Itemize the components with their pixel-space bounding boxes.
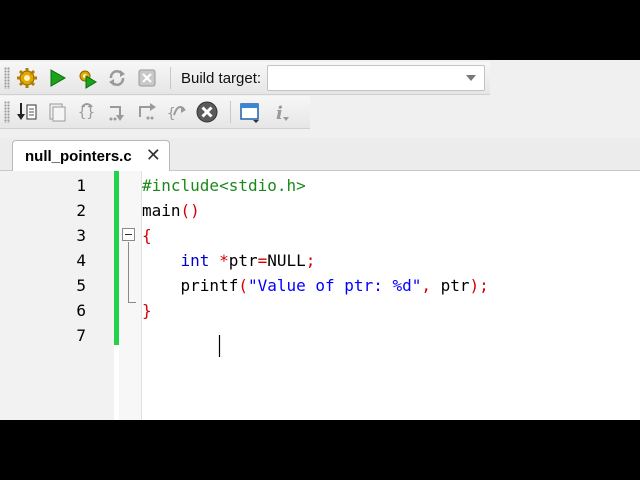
code-line[interactable]: 4 int *ptr=NULL; (0, 248, 640, 273)
line-number: 6 (76, 301, 86, 320)
line-number: 1 (76, 176, 86, 195)
debug-step-out-button[interactable] (134, 99, 160, 125)
close-icon[interactable]: ✕ (146, 147, 161, 165)
code-token: () (180, 201, 200, 220)
debug-run-to-cursor-icon (16, 101, 38, 123)
code-text: } (142, 298, 152, 323)
debug-info-button[interactable]: i (267, 99, 293, 125)
code-token: ( (238, 276, 248, 295)
line-number: 2 (76, 201, 86, 220)
abort-button[interactable] (134, 65, 160, 91)
tab-label: null_pointers.c (25, 147, 132, 165)
run-button[interactable] (44, 65, 70, 91)
tab-null-pointers-c[interactable]: null_pointers.c ✕ (12, 140, 170, 171)
ide-window: Build target: {} {i null_pointers.c ✕ 1… (0, 60, 640, 420)
compiler-toolbar: Build target: (0, 62, 490, 95)
code-token: #include<stdio.h> (142, 176, 306, 195)
debug-step-button[interactable] (44, 99, 70, 125)
chevron-down-icon (466, 75, 477, 81)
code-text: { (142, 223, 152, 248)
debug-windows-button[interactable] (237, 99, 263, 125)
toolbar-separator (170, 67, 171, 89)
code-text: main() (142, 198, 200, 223)
code-token: NULL (267, 251, 306, 270)
debug-next-instruction-icon: { (166, 101, 188, 123)
editor-tab-bar: null_pointers.c ✕ (0, 138, 640, 171)
code-line[interactable]: 3{ (0, 223, 640, 248)
debug-next-line-button[interactable]: {} (74, 99, 100, 125)
code-text: int *ptr=NULL; (142, 248, 316, 273)
line-number: 4 (76, 251, 86, 270)
code-token: ); (469, 276, 489, 295)
debug-step-out-icon (136, 101, 158, 123)
rebuild-icon (106, 67, 128, 89)
debug-step-into-icon (106, 101, 128, 123)
code-token: main (142, 201, 181, 220)
code-token: ptr (440, 276, 470, 295)
run-icon (46, 67, 68, 89)
debug-stop-button[interactable] (194, 99, 220, 125)
code-line[interactable]: 6} (0, 298, 640, 323)
toolbar-grip[interactable] (4, 67, 10, 89)
toolbar-separator (230, 101, 231, 123)
abort-icon (136, 67, 158, 89)
code-token: "Value of ptr: %d" (247, 276, 422, 295)
svg-text:{}: {} (78, 105, 95, 121)
debug-windows-icon (239, 101, 261, 123)
debug-step-into-button[interactable] (104, 99, 130, 125)
line-number: 7 (76, 326, 86, 345)
code-token: } (142, 301, 152, 320)
debug-next-line-icon: {} (76, 101, 98, 123)
debug-info-icon: i (269, 101, 291, 123)
code-line[interactable]: 1 #include<stdio.h> (0, 173, 640, 198)
code-token: printf (180, 276, 239, 295)
code-token: , (421, 276, 441, 295)
debugger-toolbar: {} {i (0, 96, 310, 129)
build-and-run-button[interactable] (74, 65, 100, 91)
text-cursor-icon (218, 335, 221, 357)
debug-next-instruction-button[interactable]: { (164, 99, 190, 125)
code-text: #include<stdio.h> (142, 173, 306, 198)
line-number: 5 (76, 276, 86, 295)
code-token: ptr (228, 251, 258, 270)
code-token: ; (305, 251, 316, 270)
code-token: int (180, 251, 210, 270)
build-target-select[interactable] (267, 65, 486, 91)
build-run-icon (76, 67, 98, 89)
debug-stop-icon (195, 100, 219, 124)
build-gear-icon (16, 67, 38, 89)
build-button[interactable] (14, 65, 40, 91)
code-editor[interactable]: 1 #include<stdio.h> 2 main() 3{4 int *ptr=NU… (0, 171, 640, 420)
code-line[interactable]: 5 printf("Value of ptr: %d", ptr); (0, 273, 640, 298)
rebuild-button[interactable] (104, 65, 130, 91)
toolbar-grip[interactable] (4, 101, 10, 123)
code-token: { (142, 226, 152, 245)
code-line[interactable]: 2 main() (0, 198, 640, 223)
code-text: printf("Value of ptr: %d", ptr); (142, 273, 489, 298)
code-line[interactable]: 7 (0, 323, 640, 348)
build-target-label: Build target: (181, 69, 262, 87)
svg-text:i: i (276, 103, 283, 123)
debug-run-to-cursor-button[interactable] (14, 99, 40, 125)
code-token: * (219, 251, 229, 270)
debug-step-icon (46, 101, 68, 123)
line-number: 3 (76, 226, 86, 245)
code-token: = (257, 251, 268, 270)
